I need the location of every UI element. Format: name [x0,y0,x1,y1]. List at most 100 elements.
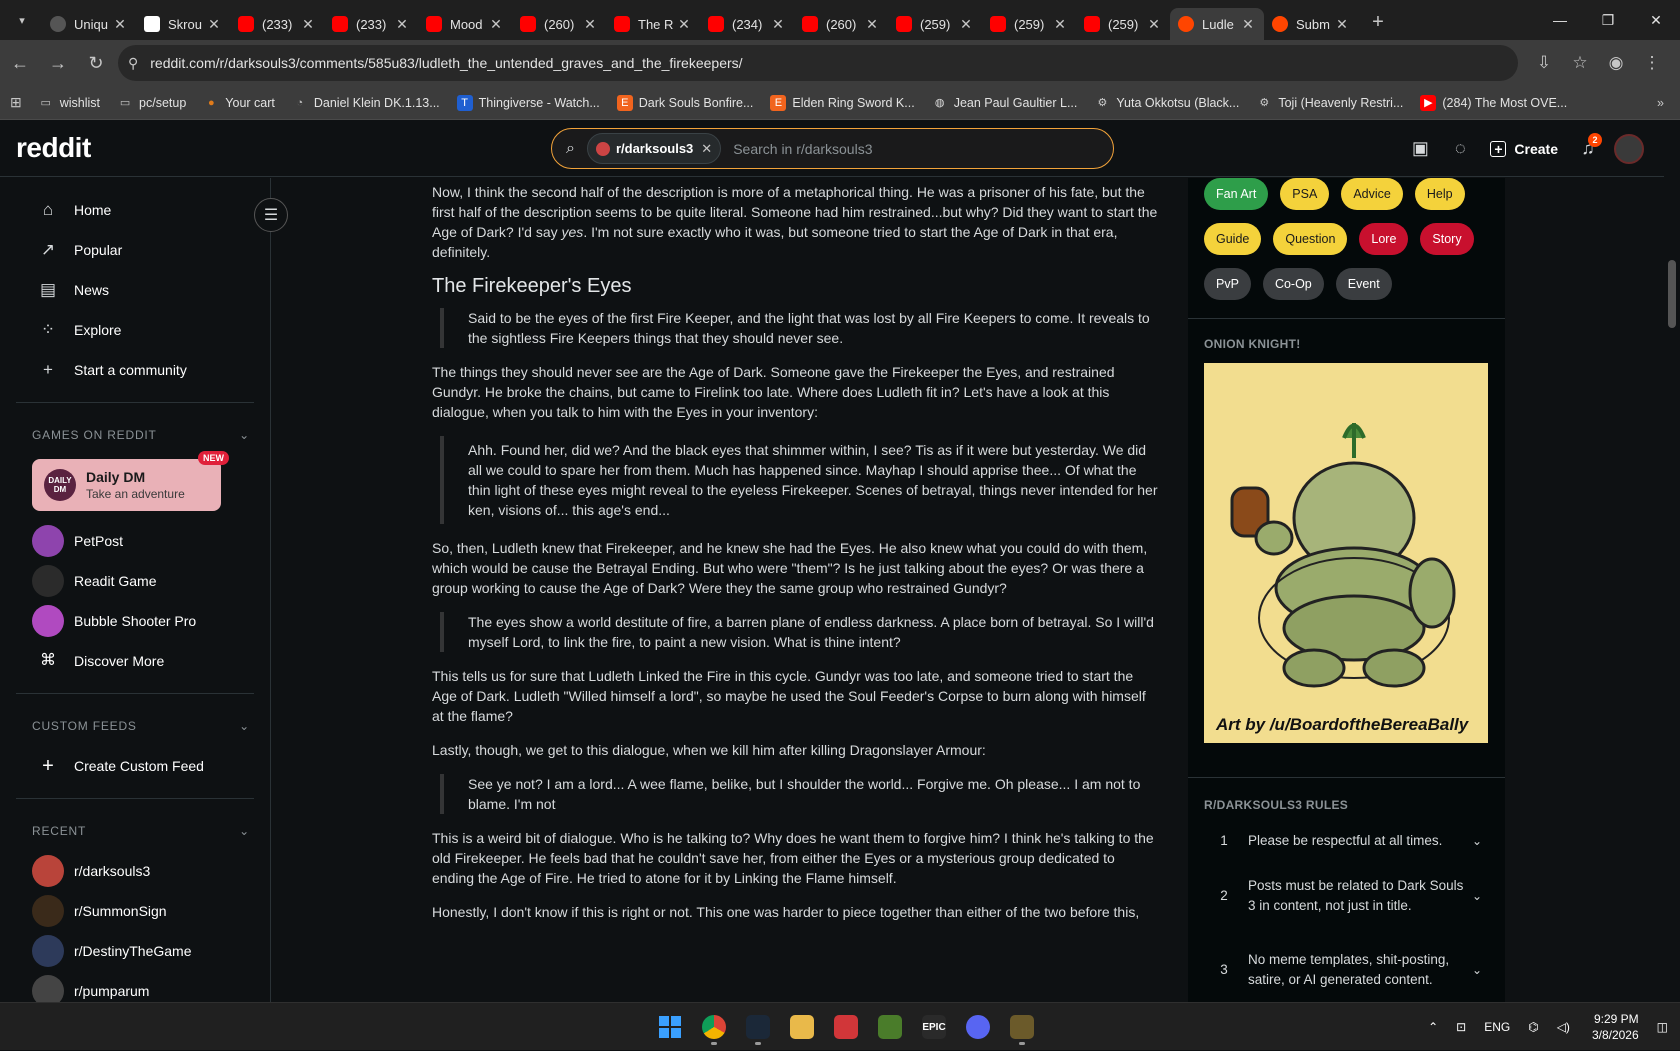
advertise-icon[interactable]: ▣ [1400,129,1440,169]
create-post-button[interactable]: + Create [1490,140,1558,157]
bookmark-item[interactable]: E Dark Souls Bonfire... [616,94,753,111]
browser-tab[interactable]: Ludle ✕ [1170,8,1264,40]
scrollbar-thumb[interactable] [1668,260,1676,328]
bookmark-item[interactable]: ◔ Daniel Klein DK.1.13... [292,95,440,111]
chevron-down-icon[interactable]: ⌄ [1465,960,1489,980]
bookmark-item[interactable]: T Thingiverse - Watch... [456,94,600,111]
flair-chip[interactable]: PvP [1204,268,1251,300]
recent-community-item[interactable]: r/darksouls3 [0,851,270,891]
tray-overflow-chevron-icon[interactable]: ⌃ [1428,1020,1438,1034]
bookmark-item[interactable]: ● Your cart [203,95,275,111]
taskbar-app[interactable] [868,1009,912,1045]
game-item[interactable]: Bubble Shooter Pro [0,601,270,641]
games-section-header[interactable]: GAMES ON REDDIT ⌄ [0,415,270,455]
tab-close-icon[interactable]: ✕ [1052,16,1068,33]
taskbar-app[interactable] [736,1009,780,1045]
notifications-bell-icon[interactable]: ♫ 2 [1568,129,1608,169]
bookmark-item[interactable]: ▭ pc/setup [117,95,186,111]
user-avatar[interactable] [1614,133,1644,164]
browser-tab[interactable]: Skrou ✕ [136,8,230,40]
back-icon[interactable]: ← [2,45,38,81]
tab-close-icon[interactable]: ✕ [112,16,128,33]
network-icon[interactable]: ⌬ [1528,1020,1538,1034]
browser-tab[interactable]: (233) ✕ [324,8,418,40]
bookmark-item[interactable]: ▭ wishlist [38,95,101,111]
subreddit-search-chip[interactable]: r/darksouls3 ✕ [586,133,722,164]
sidebar-item-news[interactable]: ▤ News [16,270,254,310]
tab-close-icon[interactable]: ✕ [394,16,410,33]
profile-icon[interactable]: ◉ [1598,45,1634,81]
site-info-icon[interactable]: ⚲ [128,55,138,72]
tab-close-icon[interactable]: ✕ [958,16,974,33]
recent-header[interactable]: RECENT ⌄ [0,811,270,851]
bookmark-item[interactable]: ▶ (284) The Most OVE... [1420,94,1567,111]
flair-chip[interactable]: Lore [1359,223,1409,255]
flair-chip[interactable]: Story [1420,223,1474,255]
daily-dm-card[interactable]: DAILY DM Daily DM Take an adventure NEW [32,451,229,511]
game-item[interactable]: PetPost [0,521,270,561]
game-item[interactable]: Readit Game [0,561,270,601]
chevron-down-icon[interactable]: ⌄ [1465,886,1489,906]
taskbar-app[interactable] [780,1009,824,1045]
tab-close-icon[interactable]: ✕ [206,16,222,33]
reddit-logo[interactable]: reddit [16,132,91,164]
taskbar-app[interactable] [648,1009,692,1045]
flair-chip[interactable]: Question [1273,223,1348,255]
notification-center-icon[interactable]: ◫ [1657,1020,1668,1034]
sidebar-item-popular[interactable]: ↗ Popular [16,230,254,270]
tab-close-icon[interactable]: ✕ [770,16,786,33]
minimize-icon[interactable]: — [1536,0,1584,40]
language-indicator[interactable]: ENG [1484,1020,1510,1034]
install-app-icon[interactable]: ⇩ [1526,45,1562,81]
rule-item[interactable]: 1 Please be respectful at all times. ⌄ [1188,822,1505,859]
recent-community-item[interactable]: r/SummonSign [0,891,270,931]
browser-tab[interactable]: (260) ✕ [512,8,606,40]
chip-close-icon[interactable]: ✕ [701,141,712,157]
browser-tab[interactable]: (233) ✕ [230,8,324,40]
new-tab-button[interactable]: + [1364,8,1392,36]
search-input[interactable]: Search in r/darksouls3 [733,141,872,157]
sidebar-item-home[interactable]: ⌂ Home [16,190,254,230]
tab-search-chevron-icon[interactable]: ▾ [8,6,36,34]
flair-chip[interactable]: Help [1414,178,1465,210]
flair-chip[interactable]: Guide [1204,223,1262,255]
browser-tab[interactable]: (259) ✕ [1076,8,1170,40]
create-custom-feed-item[interactable]: + Create Custom Feed [0,746,270,786]
bookmark-item[interactable]: ⚙ Toji (Heavenly Restri... [1256,95,1403,111]
tab-close-icon[interactable]: ✕ [582,16,598,33]
menu-kebab-icon[interactable]: ⋮ [1634,45,1670,81]
browser-tab[interactable]: Subm ✕ [1264,8,1358,40]
browser-tab[interactable]: Uniqu ✕ [42,8,136,40]
tab-close-icon[interactable]: ✕ [1334,16,1350,33]
browser-tab[interactable]: (259) ✕ [888,8,982,40]
page-scrollbar[interactable] [1664,120,1680,1002]
rule-item[interactable]: 2 Posts must be related to Dark Souls 3 i… [1188,859,1505,933]
flair-chip[interactable]: Advice [1341,178,1403,210]
volume-icon[interactable]: ◁) [1557,1020,1570,1034]
clock[interactable]: 9:29 PM 3/8/2026 [1592,1011,1639,1043]
sidebar-item-explore[interactable]: ⁘ Explore [16,310,254,350]
flair-chip[interactable]: Co-Op [1262,268,1324,300]
reload-icon[interactable]: ↻ [78,45,114,81]
game-item[interactable]: ⌘ Discover More [0,641,270,681]
browser-tab[interactable]: (259) ✕ [982,8,1076,40]
recent-community-item[interactable]: r/DestinyTheGame [0,931,270,971]
flair-chip[interactable]: Fan Art [1204,178,1269,210]
bookmarks-overflow-icon[interactable]: » [1657,96,1664,110]
custom-feeds-header[interactable]: CUSTOM FEEDS ⌄ [0,706,270,746]
tray-app-icon[interactable]: ⊡ [1456,1020,1466,1034]
browser-tab[interactable]: Mood ✕ [418,8,512,40]
browser-tab[interactable]: (260) ✕ [794,8,888,40]
tab-close-icon[interactable]: ✕ [676,16,692,33]
chat-icon[interactable]: ◌ [1440,129,1480,169]
url-omnibox[interactable]: ⚲ reddit.com/r/darksouls3/comments/585u8… [118,45,1518,81]
bookmark-item[interactable]: ⚙ Yuta Okkotsu (Black... [1094,95,1239,111]
forward-icon[interactable]: → [40,45,76,81]
search-bar[interactable]: ⌕ r/darksouls3 ✕ Search in r/darksouls3 [551,128,1114,169]
tab-close-icon[interactable]: ✕ [864,16,880,33]
chevron-down-icon[interactable]: ⌄ [1465,831,1489,851]
close-window-icon[interactable]: ✕ [1632,0,1680,40]
browser-tab[interactable]: (234) ✕ [700,8,794,40]
recent-community-item[interactable]: r/pumparum [0,971,270,1002]
bookmark-item[interactable]: E Elden Ring Sword K... [770,94,915,111]
